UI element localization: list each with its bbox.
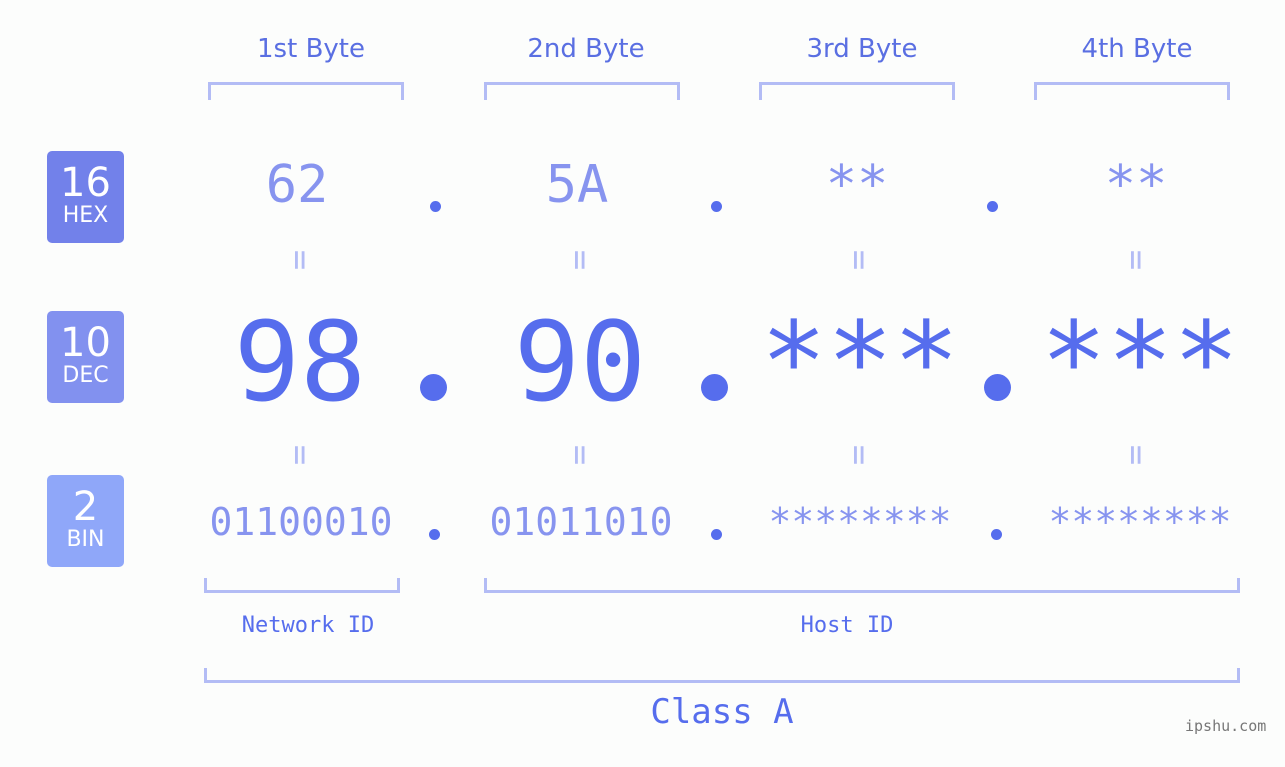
hex-badge: 16 HEX [47,151,124,243]
hex-dot-2 [711,201,722,212]
class-label: Class A [650,692,794,732]
byte-bracket-1 [208,82,404,100]
bin-badge-label: BIN [66,527,105,552]
equals-icon: = [559,444,600,466]
dec-badge-label: DEC [62,363,109,388]
host-id-bracket [484,578,1240,593]
hex-badge-number: 16 [60,160,111,206]
equals-icon: = [279,444,320,466]
bin-byte-3: ******** [768,500,952,544]
equals-icon: = [1115,444,1156,466]
bin-badge: 2 BIN [47,475,124,567]
bin-dot-3 [991,529,1002,540]
byte-header-4: 4th Byte [1081,34,1193,64]
equals-icon: = [279,249,320,271]
bin-byte-1: 01100010 [209,500,393,544]
hex-byte-2: 5A [545,155,609,215]
hex-badge-label: HEX [62,203,109,228]
equals-icon: = [838,444,879,466]
bin-byte-2: 01011010 [489,500,673,544]
byte-bracket-4 [1034,82,1230,100]
dec-badge-number: 10 [60,320,111,366]
equals-icon: = [838,249,879,271]
bin-badge-number: 2 [72,484,99,530]
equals-icon: = [1115,249,1156,271]
hex-dot-3 [987,201,998,212]
watermark: ipshu.com [1185,717,1267,735]
byte-bracket-2 [484,82,680,100]
dec-badge: 10 DEC [47,311,124,403]
dec-byte-4: *** [1040,298,1240,426]
hex-byte-3: ** [825,155,889,215]
dec-byte-3: *** [760,298,960,426]
dec-byte-1: 98 [233,298,367,426]
network-id-bracket [204,578,400,593]
bin-byte-4: ******** [1048,500,1232,544]
class-bracket [204,668,1240,683]
dec-byte-2: 90 [513,298,647,426]
dec-dot-1 [420,374,447,401]
host-id-label: Host ID [800,613,894,638]
bin-dot-1 [429,529,440,540]
equals-icon: = [559,249,600,271]
dec-dot-3 [984,374,1011,401]
hex-byte-4: ** [1104,155,1168,215]
byte-header-2: 2nd Byte [527,34,645,64]
bin-dot-2 [711,529,722,540]
byte-bracket-3 [759,82,955,100]
byte-header-1: 1st Byte [257,34,365,64]
hex-dot-1 [430,201,441,212]
network-id-label: Network ID [241,613,375,638]
byte-header-3: 3rd Byte [806,34,918,64]
dec-dot-2 [701,374,728,401]
hex-byte-1: 62 [265,155,329,215]
